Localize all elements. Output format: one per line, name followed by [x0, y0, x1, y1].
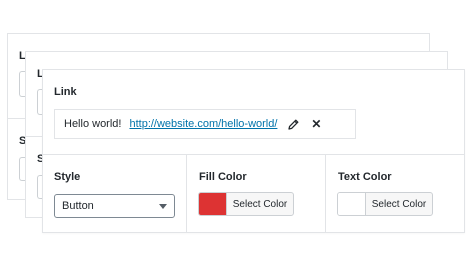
page: L S L S Link Hello world! http://website… [0, 0, 474, 280]
text-color-button[interactable]: Select Color [337, 192, 433, 216]
style-select-value: Button [62, 200, 94, 212]
link-url[interactable]: http://website.com/hello-world/ [129, 118, 277, 130]
button-settings-panel: Link Hello world! http://website.com/hel… [42, 69, 465, 233]
fill-color-button-label: Select Color [232, 198, 288, 210]
fill-color-label: Fill Color [199, 171, 247, 183]
link-label: Link [54, 86, 77, 98]
link-preview: Hello world! http://website.com/hello-wo… [54, 109, 356, 139]
column-divider [325, 154, 326, 232]
text-color-swatch [338, 193, 366, 215]
style-select[interactable]: Button [54, 194, 175, 218]
text-color-label: Text Color [338, 171, 392, 183]
link-text: Hello world! [64, 118, 122, 130]
section-divider [43, 154, 464, 155]
text-color-button-label: Select Color [371, 198, 427, 210]
chevron-down-icon [159, 203, 167, 209]
column-divider [186, 154, 187, 232]
style-label: Style [54, 171, 81, 183]
close-icon[interactable]: ✕ [310, 117, 322, 131]
fill-color-button[interactable]: Select Color [198, 192, 294, 216]
pencil-icon[interactable] [286, 117, 300, 131]
fill-color-swatch [199, 193, 227, 215]
